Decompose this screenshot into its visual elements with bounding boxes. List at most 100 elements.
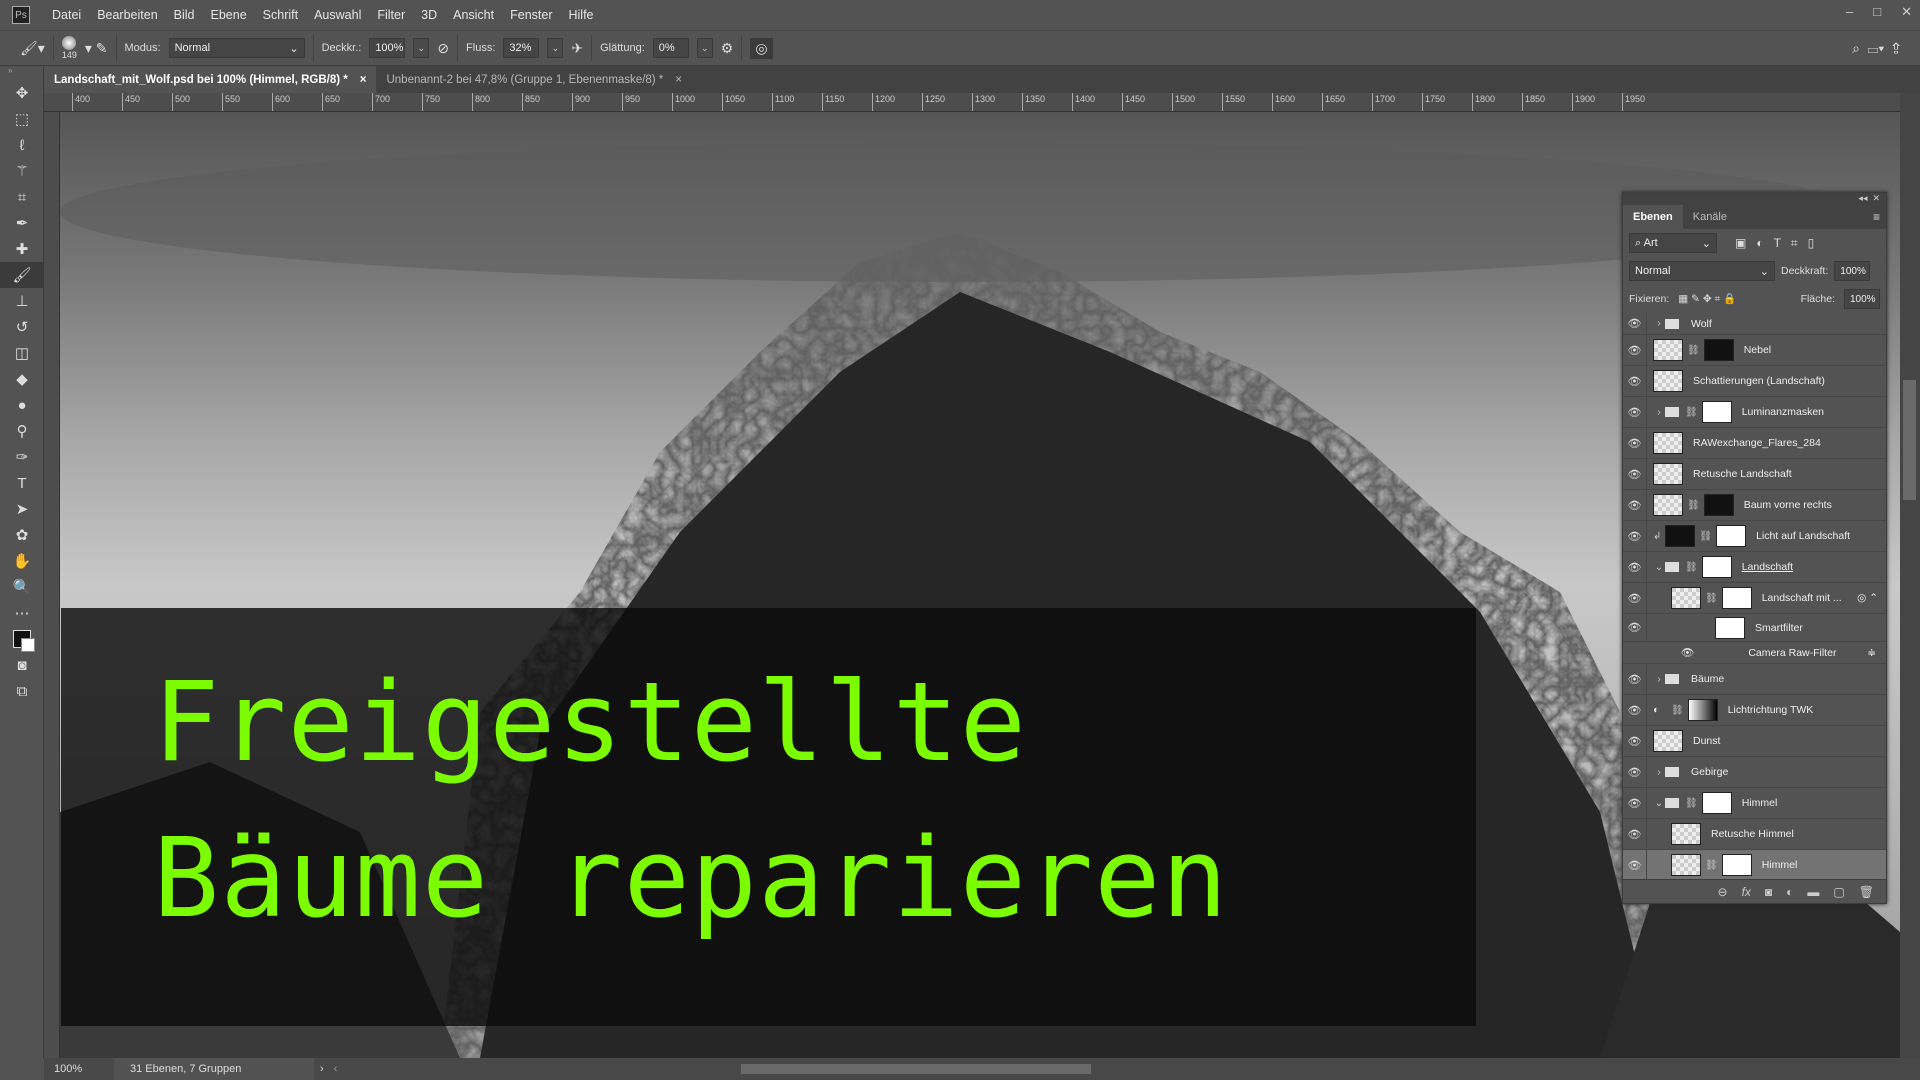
layer-row[interactable]: 👁 Dunst [1623, 726, 1886, 757]
mask-thumbnail[interactable] [1687, 699, 1718, 721]
link-layers-icon[interactable]: ⊖ [1718, 885, 1728, 899]
layer-row[interactable]: 👁 Retusche Landschaft [1623, 459, 1886, 490]
layer-thumbnail[interactable] [1653, 370, 1683, 392]
blend-mode-select[interactable]: Normal ⌄ [1629, 261, 1775, 281]
move-tool-icon[interactable]: ✥ [0, 80, 44, 106]
vertical-scrollbar[interactable] [1900, 93, 1920, 1058]
tab-ebenen[interactable]: Ebenen [1623, 205, 1683, 229]
pressure-opacity-icon[interactable]: ⊘ [437, 40, 449, 57]
visibility-eye-icon[interactable]: 👁 [1623, 490, 1647, 520]
menu-datei[interactable]: Datei [44, 8, 89, 22]
visibility-eye-icon[interactable]: 👁 [1623, 664, 1647, 694]
brush-tool-preset-icon[interactable]: 🖌▾ [20, 40, 45, 57]
brush-tool-icon[interactable]: 🖌 [0, 262, 44, 288]
layer-row[interactable]: 👁 › Wolf [1623, 313, 1886, 335]
chevron-right-icon[interactable]: › [1653, 674, 1665, 685]
visibility-eye-icon[interactable]: 👁 [1623, 397, 1647, 427]
visibility-eye-icon[interactable]: 👁 [1623, 335, 1647, 365]
layer-row[interactable]: 👁 ⛓ Baum vorne rechts [1623, 490, 1886, 521]
mask-thumbnail[interactable] [1716, 525, 1747, 547]
search-share-icons[interactable]: ⌕ ▭▾ ⇪ [1852, 40, 1900, 57]
visibility-eye-icon[interactable]: 👁 [1623, 726, 1647, 756]
paint-bucket-icon[interactable]: ◆ [0, 366, 44, 392]
eraser-icon[interactable]: ◫ [0, 340, 44, 366]
path-selection-icon[interactable]: ➤ [0, 496, 44, 522]
layer-thumbnail[interactable] [1653, 730, 1683, 752]
layer-filter-select[interactable]: ⌕ Art ⌄ [1629, 233, 1717, 253]
visibility-eye-icon[interactable]: 👁 [1623, 366, 1647, 396]
link-icon[interactable]: ⛓ [1685, 407, 1698, 418]
horizontal-scroll-thumb[interactable] [741, 1064, 1092, 1074]
maximize-button[interactable]: □ [1873, 4, 1881, 20]
layer-row[interactable]: 👁 Schattierungen (Landschaft) [1623, 366, 1886, 397]
visibility-eye-icon[interactable]: 👁 [1623, 695, 1647, 725]
mask-thumbnail[interactable] [1701, 556, 1732, 578]
menu-bild[interactable]: Bild [166, 8, 203, 22]
layer-thumbnail[interactable] [1671, 823, 1701, 845]
mask-thumbnail[interactable] [1721, 587, 1752, 609]
eyedropper-icon[interactable]: ✒ [0, 210, 44, 236]
smoothing-field[interactable]: 0% [652, 38, 689, 58]
layer-thumbnail[interactable] [1653, 463, 1683, 485]
layer-row[interactable]: 👁 ⛓ Nebel [1623, 335, 1886, 366]
toolbar-collapse-icon[interactable]: » [0, 66, 43, 80]
tab-landschaft-mit-wolf[interactable]: Landschaft_mit_Wolf.psd bei 100% (Himmel… [44, 66, 377, 93]
chevron-right-icon[interactable]: › [1653, 767, 1665, 778]
visibility-eye-icon[interactable]: 👁 [1623, 757, 1647, 787]
tab-kanaele[interactable]: Kanäle [1683, 205, 1737, 229]
chevron-down-icon[interactable]: ⌄ [1653, 562, 1665, 573]
layer-thumbnail[interactable] [1671, 587, 1701, 609]
layer-filter-icons[interactable]: ▣◐T⌗▯ [1735, 236, 1824, 251]
clone-stamp-icon[interactable]: ⊥ [0, 288, 44, 314]
layer-row[interactable]: 👁 ⌄ ⛓ Himmel [1623, 788, 1886, 819]
menu-ebene[interactable]: Ebene [203, 8, 255, 22]
pen-tool-icon[interactable]: ✑ [0, 444, 44, 470]
menu-fenster[interactable]: Fenster [502, 8, 560, 22]
close-button[interactable]: ✕ [1901, 4, 1912, 20]
crop-tool-icon[interactable]: ⌗ [0, 184, 44, 210]
visibility-eye-icon[interactable]: 👁 [1623, 819, 1647, 849]
layer-thumbnail[interactable] [1665, 525, 1696, 547]
filter-mask-thumbnail[interactable] [1715, 616, 1745, 639]
layer-row[interactable]: 👁 ◐ ⛓ Lichtrichtung TWK [1623, 695, 1886, 726]
layer-row[interactable]: 👁 ⛓ Landschaft mit ... ◎ ⌃ [1623, 583, 1886, 614]
new-layer-icon[interactable]: ▢ [1833, 885, 1844, 899]
link-icon[interactable]: ⛓ [1705, 860, 1718, 871]
airbrush-icon[interactable]: ✈ [571, 40, 583, 57]
layer-row[interactable]: 👁 › ⛓ Luminanzmasken [1623, 397, 1886, 428]
chevron-down-icon[interactable]: ⌄ [1653, 798, 1665, 809]
link-icon[interactable]: ⛓ [1685, 562, 1698, 573]
link-icon[interactable]: ⛓ [1685, 798, 1698, 809]
marquee-tool-icon[interactable]: ⬚ [0, 106, 44, 132]
vertical-scroll-thumb[interactable] [1903, 380, 1916, 500]
gear-icon[interactable]: ⚙ [721, 40, 734, 57]
tab-unbenannt-2[interactable]: Unbenannt-2 bei 47,8% (Gruppe 1, Ebenenm… [376, 66, 692, 93]
menu-hilfe[interactable]: Hilfe [561, 8, 602, 22]
visibility-eye-icon[interactable]: 👁 [1623, 313, 1647, 334]
magic-wand-icon[interactable]: ⚚ [0, 158, 44, 184]
layer-thumbnail[interactable] [1653, 339, 1683, 361]
screen-mode-icon[interactable]: ⧉ [0, 678, 44, 704]
visibility-eye-icon[interactable]: 👁 [1623, 428, 1647, 458]
filter-options-icon[interactable]: ≑ [1867, 647, 1876, 659]
minimize-button[interactable]: – [1846, 4, 1853, 20]
panel-collapse-close[interactable]: ◂◂ ✕ [1623, 193, 1886, 205]
pressure-size-icon[interactable]: ◎ [750, 37, 773, 59]
more-tools-icon[interactable]: ⋯ [0, 600, 44, 626]
layer-row[interactable]: 👁 › Gebirge [1623, 757, 1886, 788]
layer-thumbnail[interactable] [1671, 854, 1701, 876]
quick-mask-icon[interactable]: ◙ [0, 652, 44, 678]
flow-dropdown[interactable]: ⌄ [547, 38, 564, 58]
layer-thumbnail[interactable] [1653, 494, 1683, 516]
layer-row[interactable]: 👁 ⛓ Himmel [1623, 850, 1886, 881]
hand-tool-icon[interactable]: ✋ [0, 548, 44, 574]
opacity-dropdown[interactable]: ⌄ [413, 38, 430, 58]
menu-3d[interactable]: 3D [413, 8, 445, 22]
mask-thumbnail[interactable] [1703, 339, 1734, 361]
mask-thumbnail[interactable] [1701, 401, 1732, 423]
layer-row[interactable]: 👁 Retusche Himmel [1623, 819, 1886, 850]
visibility-eye-icon[interactable]: 👁 [1623, 850, 1647, 880]
chevron-right-icon[interactable]: › [1653, 407, 1665, 418]
visibility-eye-icon[interactable]: 👁 [1623, 459, 1647, 489]
fill-field[interactable]: 100% [1844, 289, 1880, 309]
